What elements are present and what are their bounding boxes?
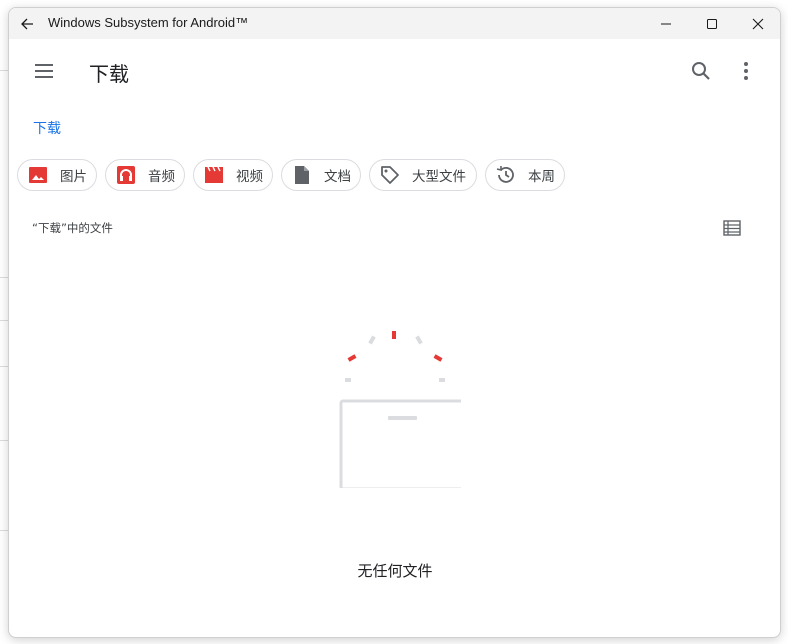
minimize-button[interactable]	[643, 8, 689, 39]
chip-label: 大型文件	[412, 169, 466, 185]
maximize-button[interactable]	[689, 8, 735, 39]
chip-label: 本周	[528, 169, 555, 185]
chip-label: 图片	[60, 169, 87, 185]
app-bar: 下载	[9, 39, 780, 103]
headphones-icon	[116, 165, 136, 185]
history-icon	[496, 165, 516, 185]
background-divider	[0, 530, 8, 531]
hamburger-menu-icon	[35, 64, 53, 78]
search-icon	[692, 62, 710, 80]
list-view-button[interactable]	[721, 219, 743, 237]
app-window: Windows Subsystem for Android™ 下载 下载 图片 …	[8, 7, 781, 638]
empty-state-message: 无任何文件	[357, 562, 433, 580]
maximize-icon	[707, 18, 717, 29]
tag-icon	[380, 165, 400, 185]
background-divider	[0, 440, 8, 441]
chip-label: 音频	[148, 169, 175, 185]
page-title: 下载	[89, 62, 129, 86]
search-button[interactable]	[687, 57, 715, 85]
more-options-button[interactable]	[735, 57, 757, 85]
empty-folder-illustration	[329, 328, 465, 491]
breadcrumb[interactable]: 下载	[33, 118, 61, 138]
background-divider	[0, 320, 8, 321]
background-fragment	[0, 166, 8, 180]
back-button[interactable]	[13, 8, 41, 39]
list-view-icon	[723, 220, 741, 236]
section-heading: “下载”中的文件	[32, 221, 113, 235]
more-vert-icon	[744, 62, 748, 80]
background-divider	[0, 366, 8, 367]
document-icon	[292, 165, 312, 185]
menu-button[interactable]	[29, 57, 59, 85]
close-button[interactable]	[735, 8, 780, 39]
chip-label: 视频	[236, 169, 263, 185]
chip-large-files[interactable]: 大型文件	[369, 159, 477, 191]
clapperboard-icon	[204, 165, 224, 185]
chip-label: 文档	[324, 169, 351, 185]
close-icon	[752, 18, 764, 29]
minimize-icon	[661, 23, 671, 24]
chip-images[interactable]: 图片	[17, 159, 97, 191]
chip-video[interactable]: 视频	[193, 159, 273, 191]
background-divider	[0, 70, 8, 71]
arrow-left-icon	[21, 18, 33, 29]
image-icon	[28, 165, 48, 185]
background-divider	[0, 277, 8, 278]
chip-audio[interactable]: 音频	[105, 159, 185, 191]
window-title: Windows Subsystem for Android™	[48, 15, 249, 30]
chip-this-week[interactable]: 本周	[485, 159, 565, 191]
title-bar: Windows Subsystem for Android™	[9, 8, 780, 39]
chip-documents[interactable]: 文档	[281, 159, 361, 191]
